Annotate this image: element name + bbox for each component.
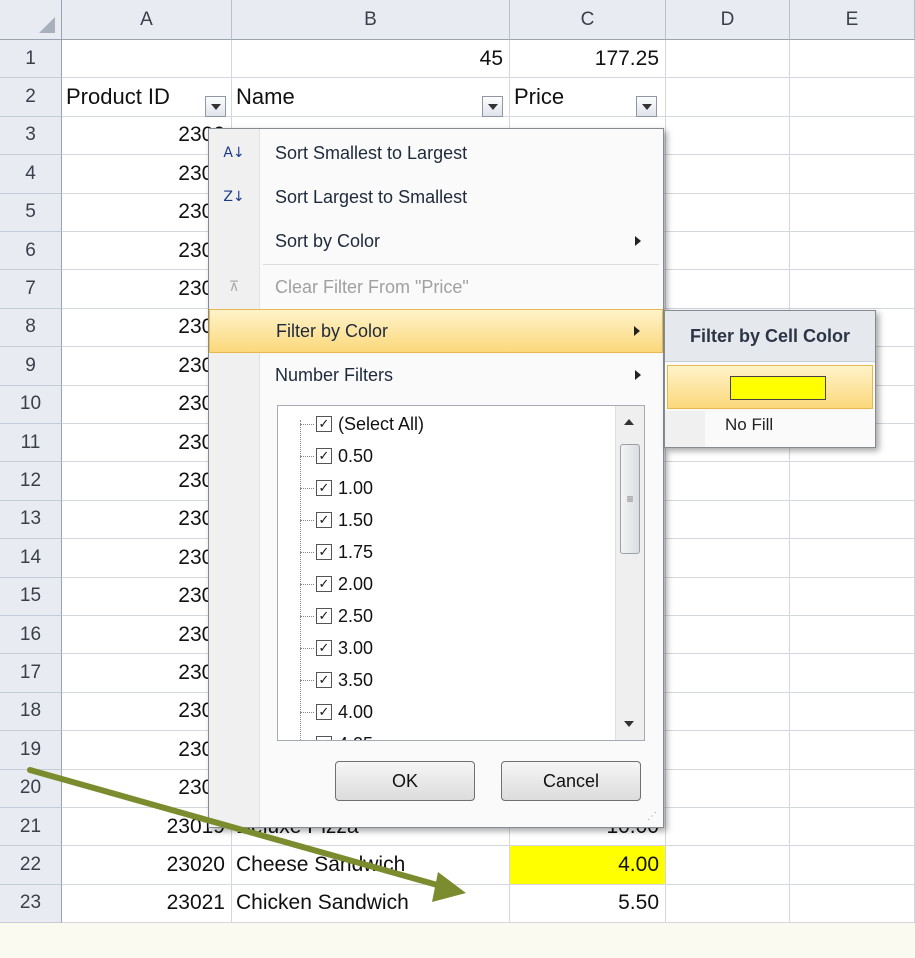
annotation-arrow-icon [27,767,466,902]
